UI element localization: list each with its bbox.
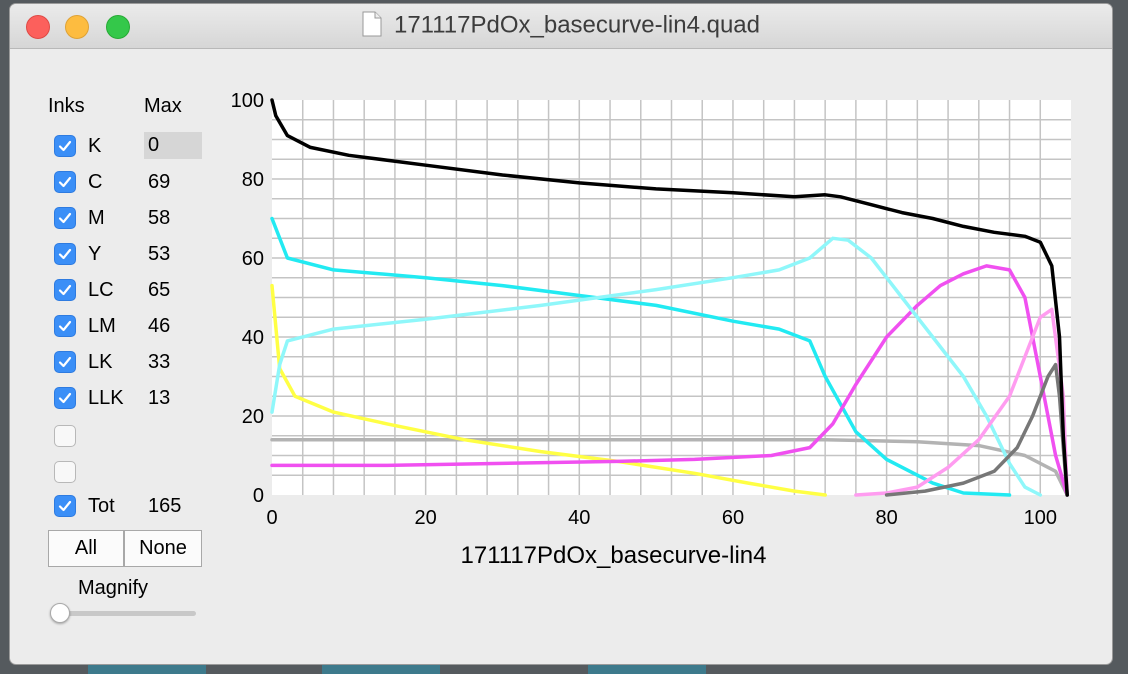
ink-curve-chart: 0 20 40 60 80 100 0 20 40 60 80 100 171117PdOx_basec… <box>231 90 1071 569</box>
quad-window: 171117PdOx_basecurve-lin4.quad Inks Max … <box>10 4 1112 664</box>
y-tick-label: 100 <box>231 90 264 112</box>
window-title: 171117PdOx_basecurve-lin4.quad <box>393 11 761 39</box>
background-strip <box>322 664 440 674</box>
y-tick-label: 80 <box>242 169 264 191</box>
x-tick-label: 20 <box>415 507 437 529</box>
y-tick-label: 60 <box>242 248 264 270</box>
x-tick-label: 40 <box>568 507 590 529</box>
background-strip <box>588 664 706 674</box>
x-tick-label: 0 <box>266 507 277 529</box>
x-tick-label: 80 <box>875 507 897 529</box>
background-strip <box>88 664 206 674</box>
window-title-group: 171117PdOx_basecurve-lin4.quad <box>10 11 1112 40</box>
y-tick-label: 20 <box>242 406 264 428</box>
x-tick-label: 100 <box>1024 507 1057 529</box>
document-icon <box>362 11 382 37</box>
title-bar[interactable]: 171117PdOx_basecurve-lin4.quad <box>10 4 1112 49</box>
window-content: Inks Max K 0 C 69 M 58 Y 53 LC 65 LM 46 LK 33 LLK 13 Tot… <box>10 49 1112 664</box>
magnify-slider-track[interactable] <box>54 611 196 616</box>
x-axis-label: 171117PdOx_basecurve-lin4 <box>461 542 767 569</box>
y-tick-label: 40 <box>242 327 264 349</box>
y-tick-label: 0 <box>253 485 264 507</box>
x-tick-label: 60 <box>722 507 744 529</box>
